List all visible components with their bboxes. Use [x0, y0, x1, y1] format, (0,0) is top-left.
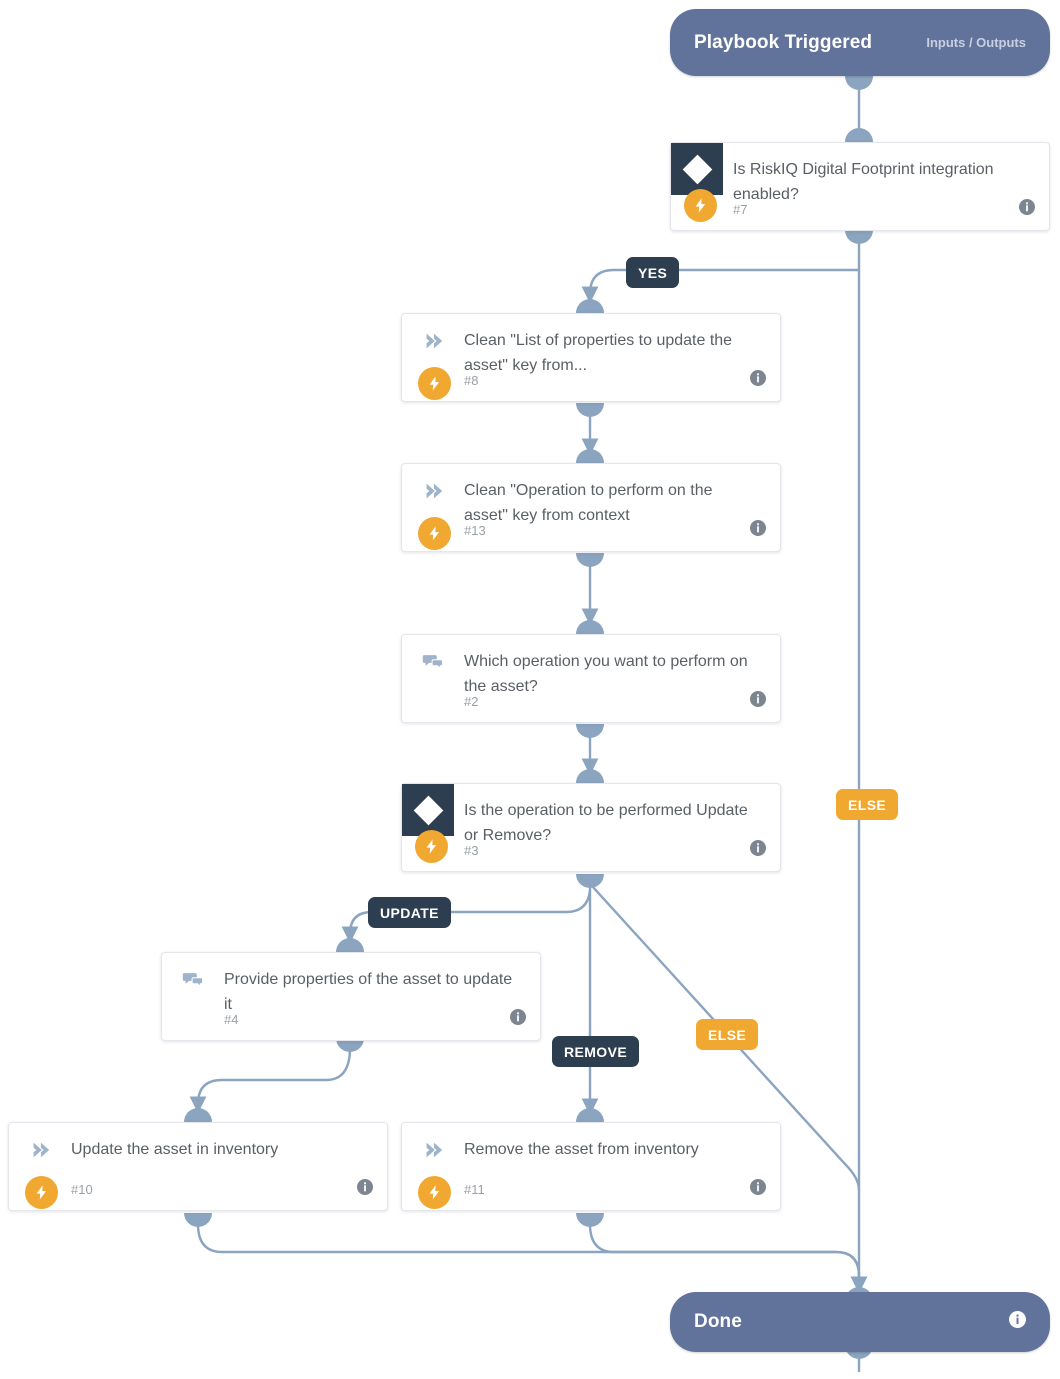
- branch-label-else-bottom-text: ELSE: [708, 1026, 747, 1043]
- lightning-bolt-icon: [418, 517, 451, 550]
- inputs-outputs-link[interactable]: Inputs / Outputs: [926, 35, 1026, 50]
- node-card-n3[interactable]: Is the operation to be performed Update …: [401, 783, 781, 872]
- done-title: Done: [694, 1311, 742, 1332]
- branch-label-else-top: ELSE: [836, 789, 899, 820]
- branch-label-else-bottom: ELSE: [696, 1019, 759, 1050]
- edge-n4-to-n10: [189, 1047, 352, 1114]
- lightning-bolt-icon: [418, 1176, 451, 1209]
- info-icon[interactable]: [750, 691, 766, 712]
- node-card-n11[interactable]: Remove the asset from inventory #11: [401, 1122, 781, 1211]
- node-number-n11: #11: [464, 1182, 485, 1197]
- chevron-right-icon: [402, 328, 464, 352]
- info-icon[interactable]: [750, 370, 766, 391]
- node-card-n4[interactable]: Provide properties of the asset to updat…: [161, 952, 541, 1041]
- chevron-right-icon: [402, 478, 464, 502]
- node-number-n13: #13: [464, 523, 486, 538]
- node-card-n8[interactable]: Clean "List of properties to update the …: [401, 313, 781, 402]
- branch-label-update-text: UPDATE: [380, 904, 439, 921]
- node-number-n10: #10: [71, 1182, 93, 1197]
- lightning-bolt-icon: [25, 1176, 58, 1209]
- chat-bubble-icon: [402, 649, 464, 673]
- lightning-bolt-icon: [418, 367, 451, 400]
- node-title-n11: Remove the asset from inventory: [464, 1141, 699, 1158]
- info-icon[interactable]: [750, 840, 766, 861]
- info-icon[interactable]: [1009, 1311, 1026, 1333]
- lightning-bolt-icon: [684, 189, 717, 222]
- info-icon[interactable]: [510, 1009, 526, 1030]
- chat-bubble-icon: [162, 967, 224, 991]
- branch-label-update: UPDATE: [368, 897, 451, 928]
- node-number-n3: #3: [464, 843, 479, 858]
- playbook-triggered-title: Playbook Triggered: [694, 31, 873, 53]
- info-icon[interactable]: [1019, 199, 1035, 220]
- chevron-right-icon: [9, 1137, 71, 1161]
- node-card-n2[interactable]: Which operation you want to perform on t…: [401, 634, 781, 723]
- branch-label-remove: REMOVE: [552, 1036, 640, 1067]
- node-number-n7: #7: [733, 202, 748, 217]
- info-icon[interactable]: [750, 520, 766, 541]
- chevron-right-icon: [402, 1137, 464, 1161]
- lightning-bolt-icon: [415, 830, 448, 863]
- node-card-n10[interactable]: Update the asset in inventory #10: [8, 1122, 388, 1211]
- node-title-n10: Update the asset in inventory: [71, 1141, 279, 1158]
- playbook-flow-canvas: Playbook Triggered Inputs / Outputs Is R…: [0, 0, 1060, 1379]
- node-number-n8: #8: [464, 373, 479, 388]
- playbook-triggered-node[interactable]: Playbook Triggered Inputs / Outputs: [670, 9, 1050, 76]
- info-icon[interactable]: [357, 1179, 373, 1200]
- branch-label-else-top-text: ELSE: [848, 796, 887, 813]
- node-number-n4: #4: [224, 1012, 239, 1027]
- diamond-icon: [402, 784, 454, 836]
- info-icon[interactable]: [750, 1179, 766, 1200]
- node-number-n2: #2: [464, 694, 479, 709]
- node-card-n13[interactable]: Clean "Operation to perform on the asset…: [401, 463, 781, 552]
- branch-label-yes: YES: [626, 257, 680, 288]
- done-node[interactable]: Done: [670, 1292, 1050, 1352]
- diamond-icon: [671, 143, 723, 195]
- branch-label-yes-text: YES: [638, 264, 668, 281]
- edge-n11-to-done: [588, 1223, 868, 1294]
- edge-n10-to-done: [196, 1223, 868, 1294]
- node-card-n7[interactable]: Is RiskIQ Digital Footprint integration …: [670, 142, 1050, 231]
- branch-label-remove-text: REMOVE: [564, 1043, 628, 1060]
